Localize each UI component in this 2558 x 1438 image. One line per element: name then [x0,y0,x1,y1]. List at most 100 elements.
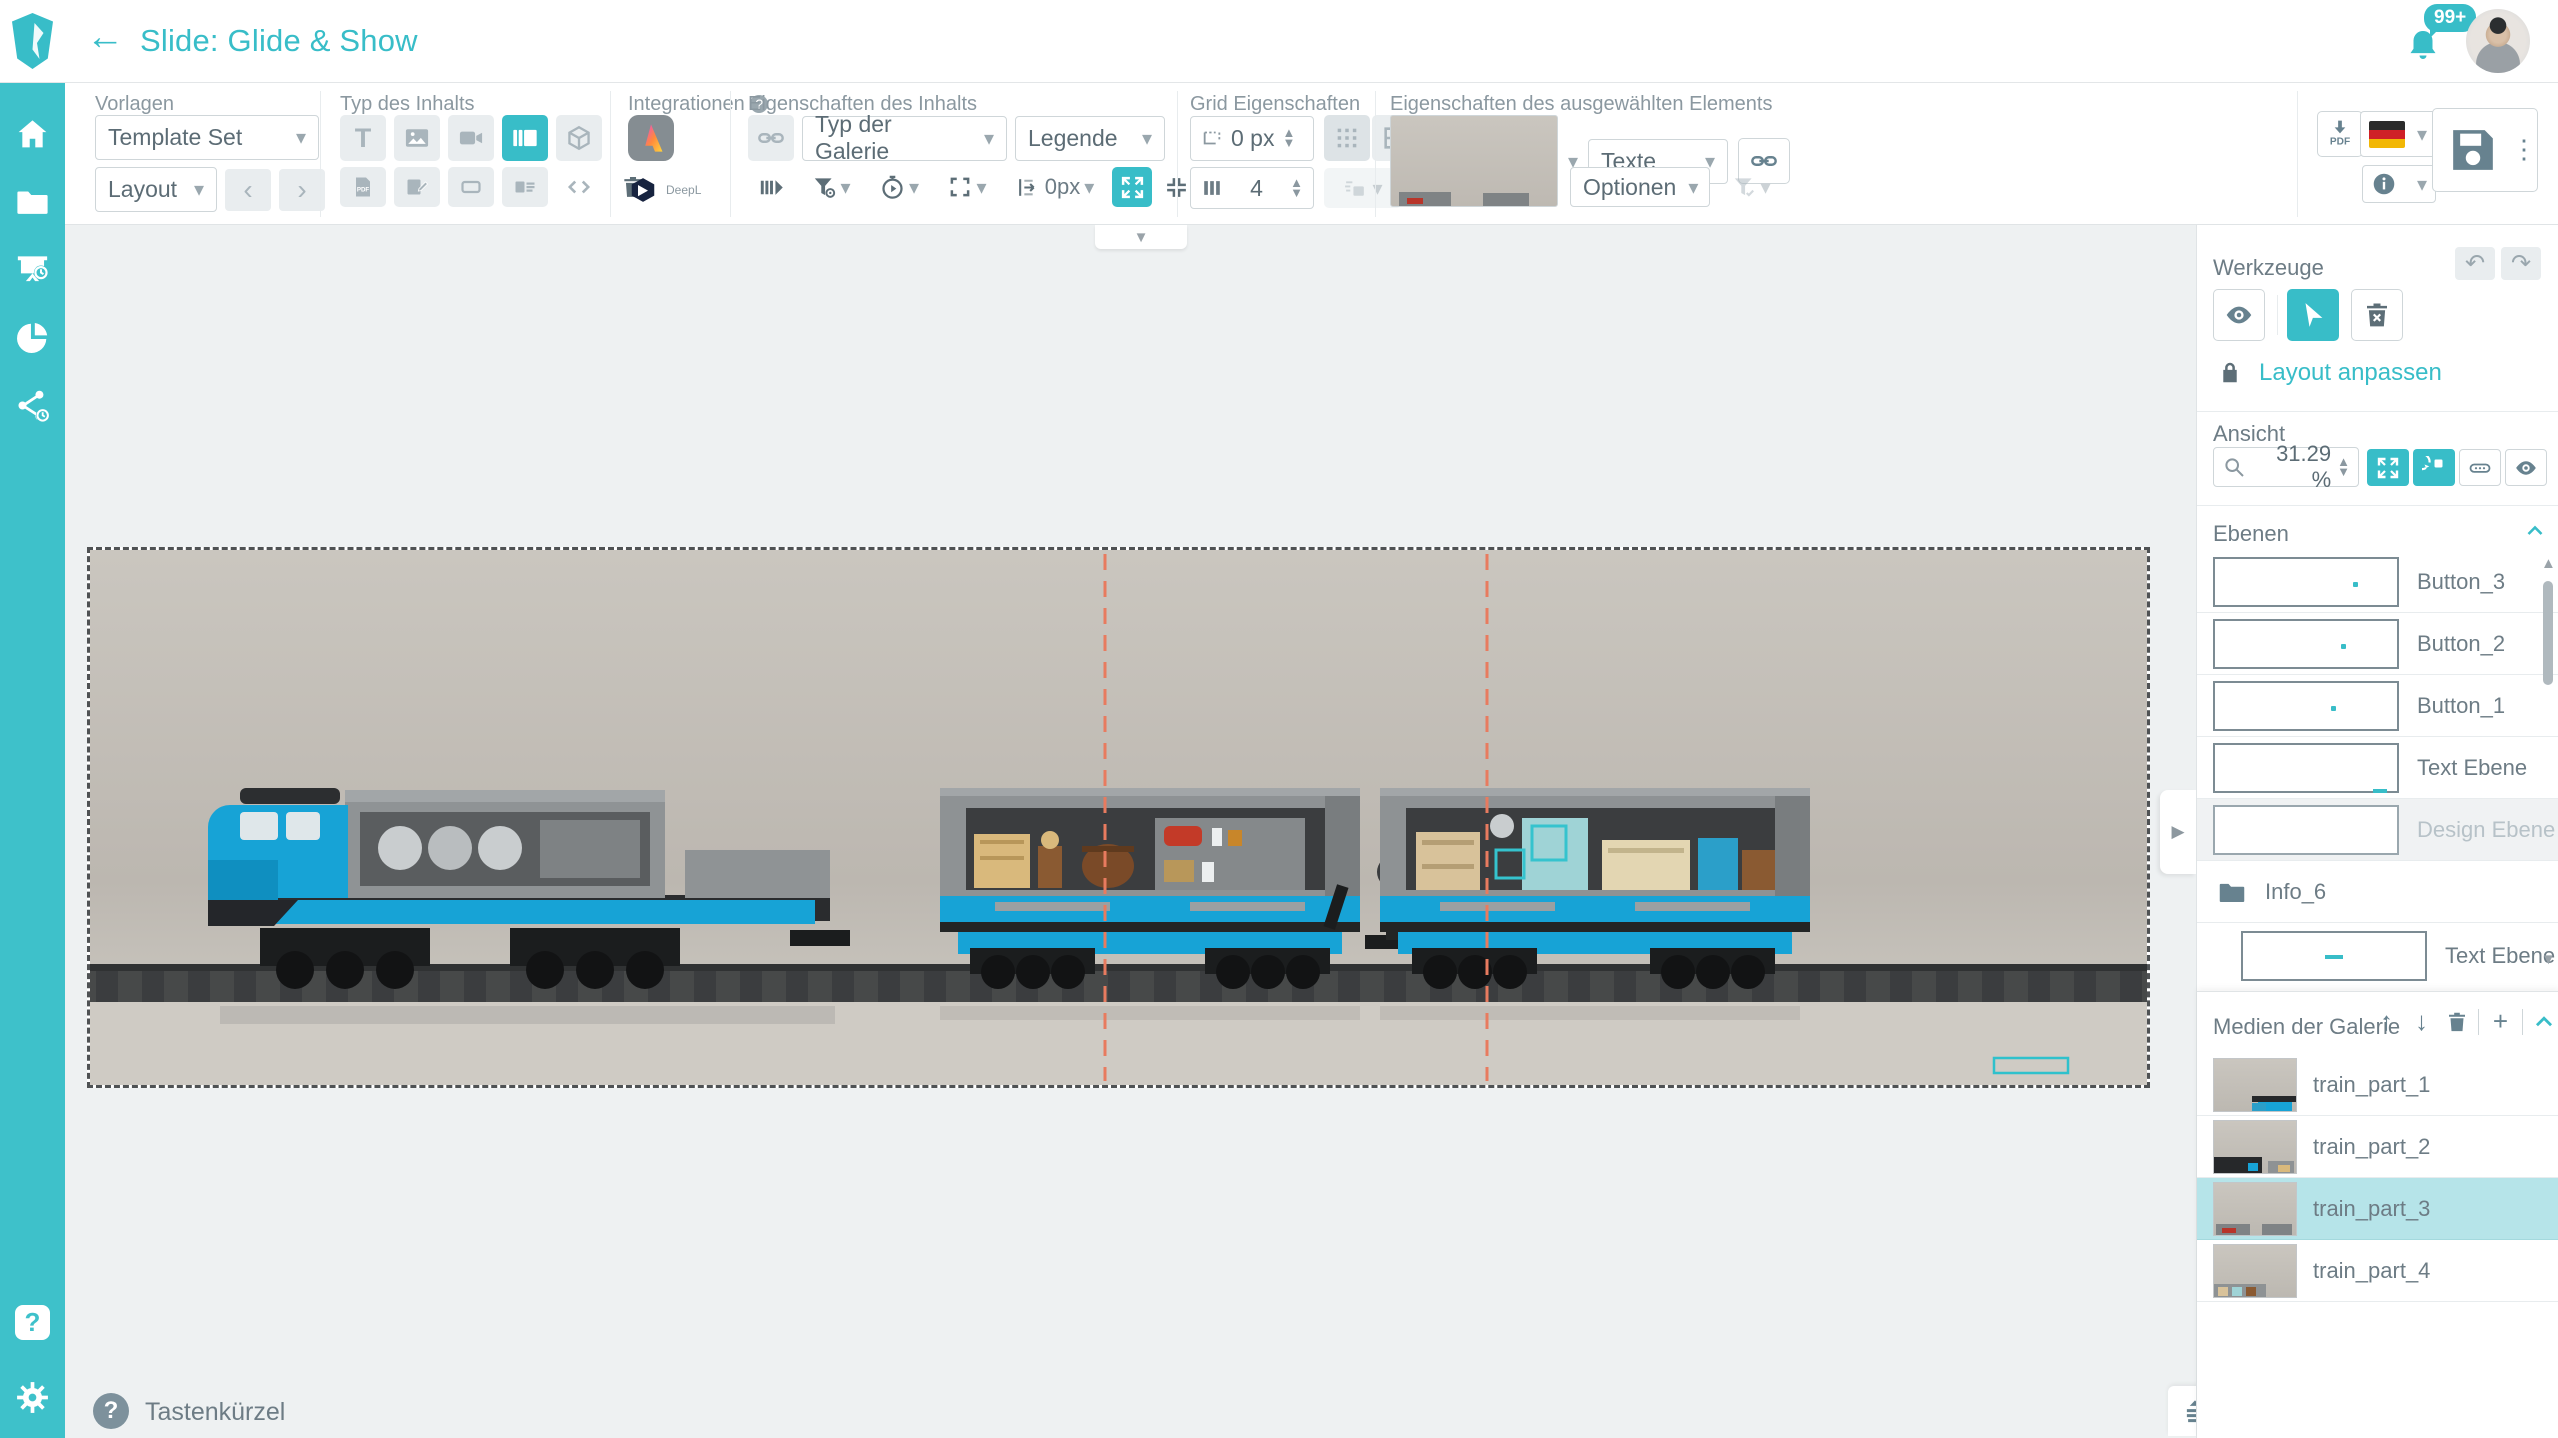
tool-select-cursor-button[interactable] [2287,289,2339,341]
tool-preview-eye-button[interactable] [2213,289,2265,341]
layout-select[interactable]: Layout▾ [95,167,217,212]
adobe-express-integration-button[interactable] [628,115,674,161]
selected-element-preview[interactable] [1390,115,1558,207]
element-filter-button[interactable]: ▾ [1720,167,1782,207]
layer-thumbnail [2213,619,2399,669]
content-type-form-button[interactable] [394,167,440,207]
ellipsis-pill-icon [2468,456,2492,480]
tool-delete-button[interactable] [2351,289,2403,341]
columns-play-button[interactable] [748,167,794,207]
sidebar-settings-gear-icon[interactable] [14,1379,51,1416]
info-dropdown[interactable]: ▾ [2362,165,2436,203]
stepper-control[interactable]: ▲▼ [1282,128,1295,149]
content-link-button[interactable] [748,115,794,161]
user-avatar[interactable] [2466,9,2530,73]
content-type-pdf-button[interactable] [340,167,386,207]
layer-thumbnail [2213,557,2399,607]
media-name: train_part_2 [2313,1134,2430,1160]
media-move-down-button[interactable]: ↓ [2408,1008,2435,1035]
spacing-button[interactable]: 0px▾ [1004,167,1106,207]
zoom-stepper[interactable]: ▲▼ [2337,457,2350,478]
media-row[interactable]: train_part_1 [2197,1054,2558,1116]
layer-row-disabled[interactable]: Design Ebene [2197,799,2558,861]
grid-padding-value: 0 px [1231,125,1274,152]
content-type-code-button[interactable] [556,167,602,207]
redo-button[interactable]: ↷ [2501,247,2541,280]
sidebar-presentation-history-icon[interactable] [14,251,51,288]
grid-gap-toggle-button[interactable] [1324,115,1370,161]
layout-next-button[interactable]: › [279,169,325,211]
gallery-type-select[interactable]: Typ der Galerie▾ [802,116,1007,161]
expand-gallery-button[interactable] [1112,167,1152,207]
grid-padding-field[interactable]: 0 px ▲▼ [1190,116,1314,161]
pdf-download-button[interactable] [2317,111,2363,157]
animation-icon [1343,176,1368,201]
medien-collapse-chevron[interactable] [2531,1009,2557,1035]
content-type-image-button[interactable] [394,115,440,161]
frame-icon [459,175,483,199]
collapse-gallery-button[interactable] [1158,167,1194,207]
chevron-right-icon: ▶ [2171,822,2184,842]
layers-scroll-up[interactable]: ▲ [2541,555,2556,572]
stepper-control[interactable]: ▲▼ [1290,178,1303,199]
selected-slide-element[interactable] [87,547,2150,1088]
layout-anpassen-link[interactable]: Layout anpassen [2259,359,2442,387]
sidebar-help-icon[interactable]: ? [15,1305,50,1340]
filter-settings-button[interactable]: ▾ [800,167,862,207]
back-button[interactable]: ← [86,18,124,56]
layer-folder-row[interactable]: Info_6 [2197,861,2558,923]
panel-expand-tab[interactable]: ▶ [2160,790,2196,874]
deepl-integration-button[interactable] [628,175,658,205]
ebenen-collapse-chevron[interactable] [2523,519,2547,543]
layers-scrollbar-thumb[interactable] [2543,581,2553,685]
media-row[interactable]: train_part_2 [2197,1116,2558,1178]
fullscreen-mode-button[interactable]: ▾ [936,167,998,207]
filter-check-icon [1731,174,1757,200]
more-options-pill-button[interactable] [2459,449,2501,486]
zoom-field[interactable]: 31.29 % ▲▼ [2213,447,2359,487]
sidebar-pie-chart-icon[interactable] [14,319,51,356]
layout-prev-button[interactable]: ‹ [225,169,271,211]
toolbar-collapse-tab[interactable]: ▼ [1095,225,1187,249]
grid-columns-field[interactable]: 4 ▲▼ [1190,167,1314,209]
content-type-gallery-button[interactable] [502,115,548,161]
media-add-button[interactable]: + [2487,1008,2514,1035]
language-select[interactable]: ▾ [2360,111,2436,157]
content-type-text-button[interactable]: T [340,115,386,161]
layer-row[interactable]: Text Ebene [2197,737,2558,799]
editor-canvas[interactable]: ▼ ▶ [65,225,2196,1438]
preview-visibility-button[interactable] [2505,449,2547,486]
fit-to-screen-button[interactable] [2367,449,2409,486]
content-type-3d-button[interactable] [556,115,602,161]
legend-select[interactable]: Legende▾ [1015,116,1165,161]
content-type-frame-button[interactable] [448,167,494,207]
sidebar-folder-icon[interactable] [14,183,51,220]
content-type-video-button[interactable] [448,115,494,161]
element-optionen-select[interactable]: Optionen▾ [1570,167,1710,207]
content-type-media-list-button[interactable] [502,167,548,207]
save-button[interactable]: ⋮ [2432,108,2538,192]
undo-button[interactable]: ↶ [2455,247,2495,280]
medien-toolbar-divider [2478,1009,2479,1035]
toolbar-divider [320,91,321,217]
template-set-select[interactable]: Template Set▾ [95,115,319,160]
media-row[interactable]: train_part_4 [2197,1240,2558,1302]
shortcuts-help-icon[interactable]: ? [93,1393,129,1429]
layer-row[interactable]: Button_3 [2197,551,2558,613]
sidebar-share-history-icon[interactable] [14,387,51,424]
filter-gear-icon [811,174,837,200]
trash-x-icon [2362,300,2392,330]
rotate-layer-button[interactable] [2413,449,2455,486]
media-row-selected[interactable]: train_part_3 [2197,1178,2558,1240]
autoplay-timer-button[interactable]: ▾ [868,167,930,207]
gallery-type-value: Typ der Galerie [815,111,972,165]
element-optionen-value: Optionen [1583,174,1676,201]
save-more-menu[interactable]: ⋮ [2511,138,2537,161]
layers-scroll-down[interactable]: ▼ [2541,951,2556,968]
media-delete-button[interactable] [2443,1008,2470,1035]
layer-row[interactable]: Button_1 [2197,675,2558,737]
layer-row[interactable]: Button_2 [2197,613,2558,675]
sidebar-home-icon[interactable] [14,115,51,152]
media-move-up-button[interactable]: ↑ [2373,1008,2400,1035]
layer-row[interactable]: Text Ebene [2197,923,2558,989]
